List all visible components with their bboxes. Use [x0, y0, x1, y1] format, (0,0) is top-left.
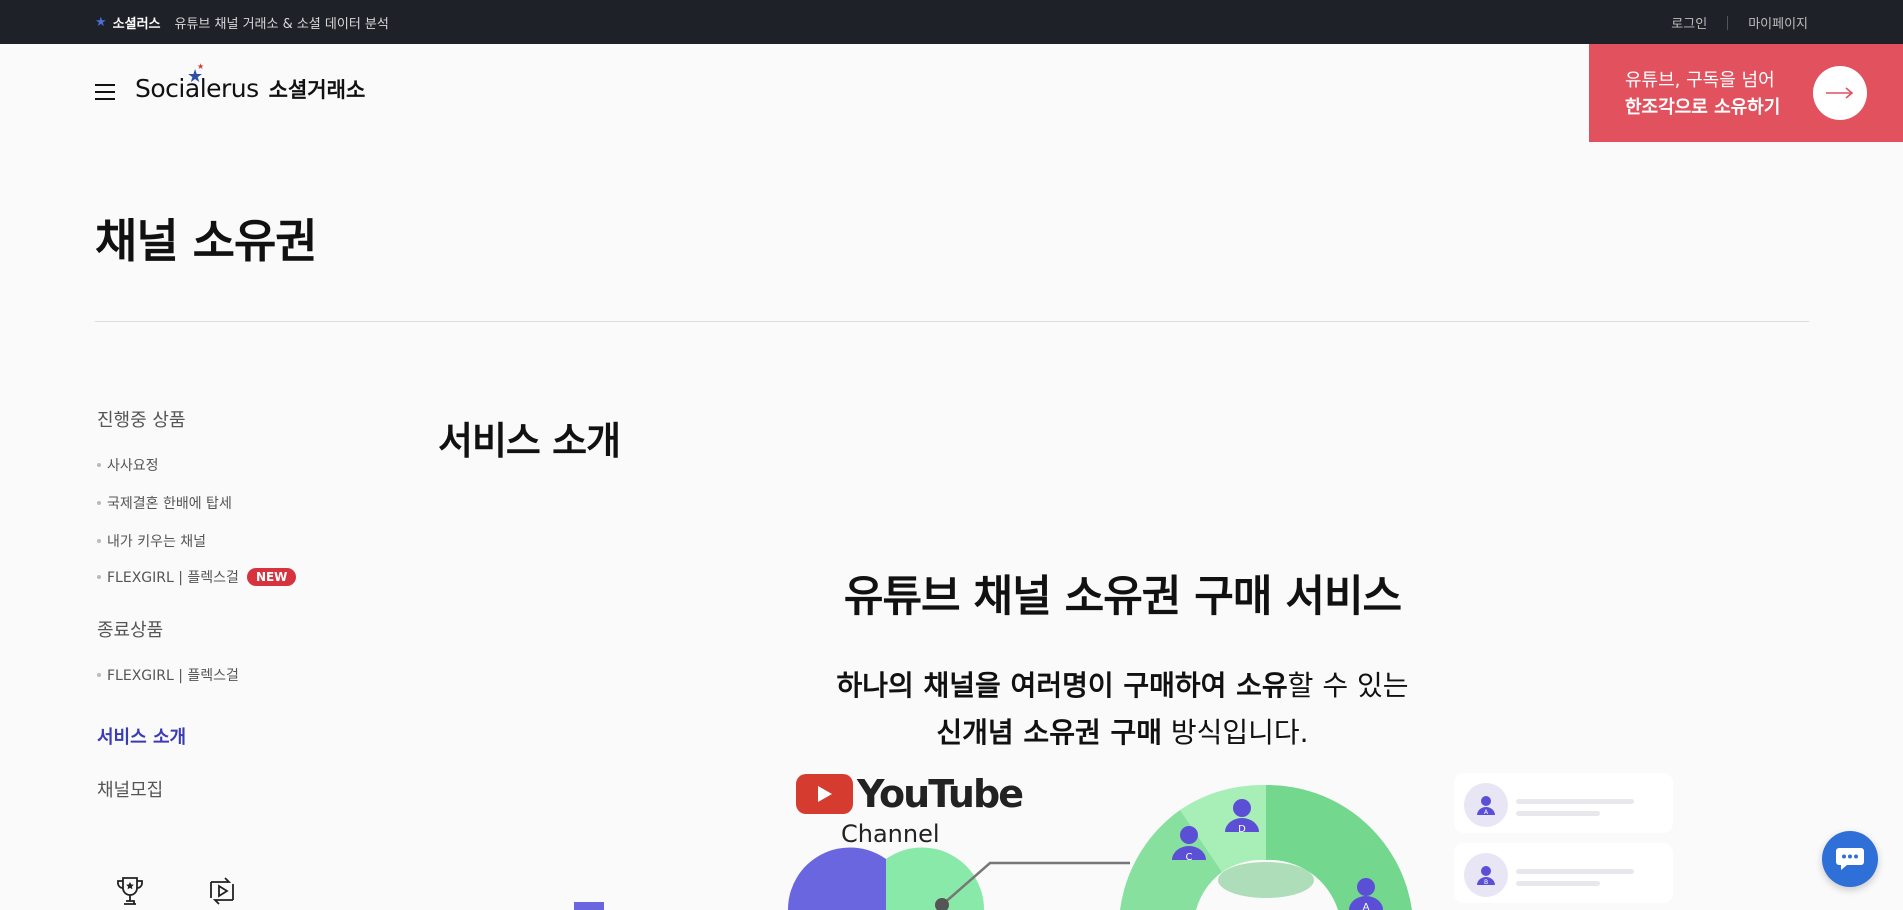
- avatar-label-a: A: [1363, 902, 1370, 910]
- avatar: B: [1464, 853, 1508, 897]
- placeholder-line: [1516, 811, 1600, 816]
- youtube-logo: YouTube Channel: [796, 772, 1024, 848]
- placeholder-line: [1516, 881, 1600, 886]
- youtube-channel-label: Channel: [841, 820, 940, 848]
- youtube-play-icon: [796, 774, 853, 814]
- owner-card-a: A: [1454, 773, 1673, 833]
- avatar-label-b: B: [1484, 879, 1488, 886]
- placeholder-line: [1516, 869, 1634, 874]
- chat-bubble-icon: [1836, 848, 1864, 870]
- avatar-label-c: C: [1186, 852, 1193, 863]
- chat-button[interactable]: [1822, 831, 1878, 887]
- placeholder-line: [1516, 799, 1634, 804]
- channel-pie-icon: [787, 847, 985, 910]
- owner-card-b: B: [1454, 843, 1673, 903]
- avatar: A: [1464, 783, 1508, 827]
- avatar-label-d: D: [1238, 824, 1246, 835]
- legend-square: [574, 902, 604, 910]
- youtube-wordmark: YouTube: [857, 772, 1024, 816]
